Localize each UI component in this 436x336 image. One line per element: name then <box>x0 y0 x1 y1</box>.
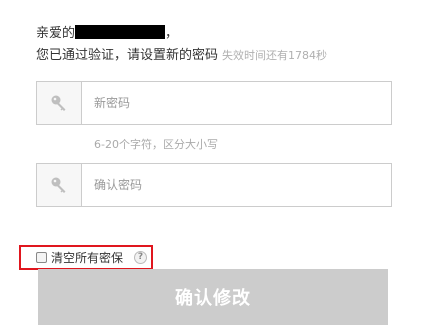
greeting-suffix: ， <box>165 26 179 41</box>
notice-text: 您已通过验证，请设置新的密码 <box>36 48 219 63</box>
confirm-password-input[interactable] <box>82 164 391 206</box>
key-icon <box>37 164 82 206</box>
clear-security-label[interactable]: 清空所有密保 <box>51 249 123 266</box>
new-password-input[interactable] <box>82 82 391 124</box>
greeting-prefix: 亲爱的 <box>36 26 76 41</box>
key-icon <box>37 82 82 124</box>
question-icon[interactable]: ? <box>134 251 148 264</box>
greeting: 亲爱的 ， <box>36 25 178 43</box>
reset-password-page: 亲爱的 ， 您已通过验证，请设置新的密码 失效时间还有1784秒 6-20个字符，区… <box>0 0 436 336</box>
redacted-username <box>75 25 166 39</box>
clear-security-checkbox[interactable] <box>36 252 47 263</box>
confirm-password-field[interactable] <box>36 163 392 207</box>
new-password-field[interactable] <box>36 81 392 125</box>
password-hint: 6-20个字符，区分大小写 <box>94 138 218 151</box>
verification-notice: 您已通过验证，请设置新的密码 失效时间还有1784秒 <box>36 47 327 65</box>
clear-security-option: 清空所有密保 ? <box>19 245 153 270</box>
confirm-change-button[interactable]: 确认修改 <box>38 269 388 325</box>
expiry-countdown: 失效时间还有1784秒 <box>222 49 328 62</box>
